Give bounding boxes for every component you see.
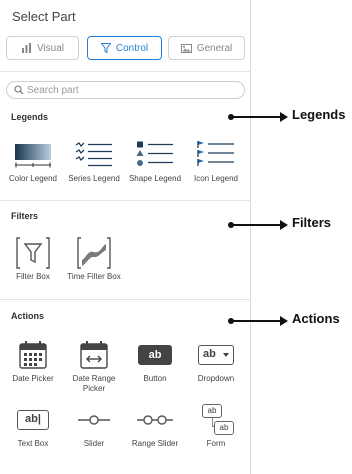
part-icon-legend[interactable]: Icon Legend [185, 138, 247, 184]
date-range-icon [80, 341, 108, 369]
part-label: Date Picker [12, 374, 54, 383]
part-label: Filter Box [16, 272, 50, 281]
part-date-picker[interactable]: Date Picker [2, 338, 64, 384]
divider [0, 299, 251, 300]
dropdown-icon: ab [198, 345, 234, 365]
part-color-legend[interactable]: Color Legend [2, 138, 64, 184]
shape-legend-icon [136, 141, 173, 166]
part-slider[interactable]: Slider [63, 403, 125, 449]
divider [0, 200, 251, 201]
part-form[interactable]: ab ab Form [185, 403, 247, 449]
tab-visual-label: Visual [36, 42, 65, 54]
section-title-actions: Actions [11, 311, 45, 321]
slider-icon [78, 415, 110, 425]
section-title-legends: Legends [11, 112, 49, 122]
part-label: Range Slider [131, 439, 179, 448]
part-time-filter-box[interactable]: Time Filter Box [63, 236, 125, 282]
part-label: Slider [83, 439, 105, 448]
series-legend-icon [75, 142, 112, 167]
part-dropdown[interactable]: ab Dropdown [185, 338, 247, 384]
select-part-panel: Select Part Visual Control General Le [0, 0, 251, 474]
dropdown-glyph: ab [203, 348, 216, 360]
part-text-box[interactable]: ab| Text Box [2, 403, 64, 449]
part-date-range-picker[interactable]: Date Range Picker [63, 338, 125, 394]
button-icon: ab [138, 345, 172, 365]
tab-control-label: Control [115, 42, 149, 54]
panel-title: Select Part [12, 9, 76, 24]
part-label: Dropdown [197, 374, 235, 383]
color-legend-icon [15, 144, 51, 168]
part-tabs: Visual Control General [6, 36, 245, 60]
bar-chart-icon [21, 43, 31, 53]
form-field-top: ab [202, 404, 222, 418]
part-range-slider[interactable]: Range Slider [124, 403, 186, 449]
search-box [6, 81, 245, 99]
search-input[interactable] [27, 83, 237, 97]
callout-legends: Legends [228, 107, 352, 122]
part-label: Series Legend [68, 174, 120, 183]
part-label: Text Box [17, 439, 49, 448]
tab-general[interactable]: General [168, 36, 245, 60]
callout-filters: Filters [228, 215, 352, 230]
filter-box-icon [16, 237, 50, 269]
caret-down-icon [223, 353, 229, 357]
tab-general-label: General [196, 42, 233, 54]
part-label: Icon Legend [193, 174, 239, 183]
range-slider-icon [137, 415, 173, 425]
image-icon [180, 43, 192, 53]
icon-legend-icon [197, 141, 234, 166]
part-label: Button [143, 374, 167, 383]
calendar-icon [19, 341, 47, 369]
part-label: Time Filter Box [67, 272, 121, 281]
part-label: Color Legend [8, 174, 58, 183]
callout-filters-label: Filters [292, 215, 332, 230]
part-label: Date Range Picker [72, 374, 116, 393]
callout-legends-label: Legends [292, 107, 346, 122]
part-shape-legend[interactable]: Shape Legend [124, 138, 186, 184]
part-label: Shape Legend [128, 174, 182, 183]
text-box-icon: ab| [17, 410, 49, 430]
callout-actions-label: Actions [292, 311, 340, 326]
callout-actions: Actions [228, 311, 352, 326]
time-filter-box-icon [77, 237, 111, 269]
form-icon: ab ab [196, 404, 236, 442]
part-filter-box[interactable]: Filter Box [2, 236, 64, 282]
part-button[interactable]: ab Button [124, 338, 186, 384]
divider [0, 71, 251, 72]
filter-funnel-icon [100, 43, 111, 53]
part-series-legend[interactable]: Series Legend [63, 138, 125, 184]
search-icon [14, 85, 24, 95]
tab-control[interactable]: Control [87, 36, 162, 60]
form-field-bottom: ab [214, 421, 234, 435]
tab-visual[interactable]: Visual [6, 36, 79, 60]
section-title-filters: Filters [11, 211, 39, 221]
